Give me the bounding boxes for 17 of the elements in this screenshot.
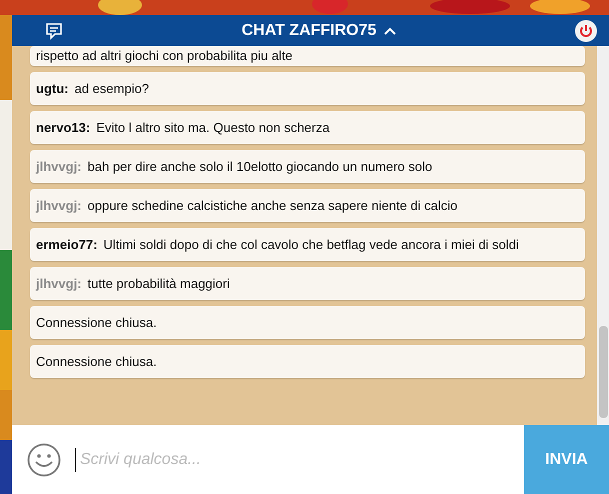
chat-message: jlhvvgj: tutte probabilità maggiori <box>30 267 585 300</box>
chat-message: jlhvvgj: bah per dire anche solo il 10elotto giocando un numero solo <box>30 150 585 183</box>
chat-message: ermeio77: Ultimi soldi dopo di che col cavolo che betflag vede ancora i miei di soldi <box>30 228 585 261</box>
chat-message: nervo13: Evito l altro sito ma. Questo non scherza <box>30 111 585 144</box>
message-input[interactable]: Scrivi qualcosa... <box>75 448 512 472</box>
chat-message: jlhvvgj: oppure schedine calcistiche anche senza sapere niente di calcio <box>30 189 585 222</box>
chat-icon[interactable] <box>45 22 63 40</box>
scrollbar[interactable] <box>597 46 609 425</box>
chat-title: CHAT ZAFFIRO75 <box>242 22 376 40</box>
chevron-up-icon[interactable] <box>384 26 396 34</box>
send-button[interactable]: INVIA <box>524 425 609 494</box>
chat-message: rispetto ad altri giochi con probabilita piu alte <box>30 46 585 66</box>
smiley-icon[interactable] <box>27 442 61 476</box>
system-message: Connessione chiusa. <box>30 306 585 339</box>
power-icon[interactable] <box>575 20 597 42</box>
system-message: Connessione chiusa. <box>30 345 585 378</box>
chat-message: ugtu: ad esempio? <box>30 72 585 105</box>
